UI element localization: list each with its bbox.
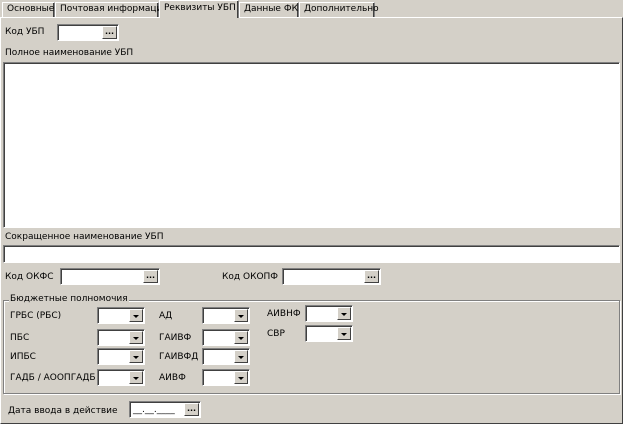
chevron-down-icon[interactable] <box>234 350 248 363</box>
chevron-down-icon[interactable] <box>337 327 351 340</box>
chevron-down-icon[interactable] <box>234 331 248 344</box>
okopf-ellipsis-button[interactable]: ... <box>364 270 379 283</box>
okfs-ellipsis-button[interactable]: ... <box>143 270 158 283</box>
chevron-down-icon[interactable] <box>129 371 143 384</box>
pbs-combo[interactable] <box>97 329 145 346</box>
tab-main[interactable]: Основные <box>2 2 55 17</box>
okopf-label: Код ОКОПФ <box>222 272 279 282</box>
tab-ubp-details[interactable]: Реквизиты УБП <box>159 0 239 18</box>
tab-additional[interactable]: Дополнительно <box>299 2 379 17</box>
aivnf-combo[interactable] <box>305 305 353 322</box>
ubp-code-label: Код УБП <box>5 27 45 37</box>
chevron-down-icon[interactable] <box>234 309 248 322</box>
chevron-down-icon[interactable] <box>337 307 351 320</box>
gaivfd-label: ГАИВФД <box>159 352 199 362</box>
svr-label: СВР <box>267 329 285 339</box>
short-name-field[interactable] <box>3 245 620 263</box>
okopf-field[interactable]: ... <box>282 268 381 285</box>
chevron-down-icon[interactable] <box>234 371 248 384</box>
okfs-field[interactable]: ... <box>60 268 160 285</box>
aivf-combo[interactable] <box>202 369 250 386</box>
pbs-label: ПБС <box>10 333 30 343</box>
chevron-down-icon[interactable] <box>129 309 143 322</box>
ad-combo[interactable] <box>202 307 250 324</box>
chevron-down-icon[interactable] <box>129 331 143 344</box>
gaivf-combo[interactable] <box>202 329 250 346</box>
ad-label: АД <box>159 311 173 321</box>
full-name-textarea[interactable] <box>3 62 620 228</box>
gaivfd-combo[interactable] <box>202 348 250 365</box>
effective-date-field[interactable]: __.__.____ ... <box>129 401 201 418</box>
okfs-label: Код ОКФС <box>5 272 54 282</box>
full-name-label: Полное наименование УБП <box>5 48 134 58</box>
short-name-label: Сокращенное наименование УБП <box>5 232 164 242</box>
ipbs-label: ИПБС <box>10 352 36 362</box>
ubp-code-field[interactable]: ... <box>57 24 119 41</box>
ubp-code-ellipsis-button[interactable]: ... <box>102 26 117 39</box>
aivnf-label: АИВНФ <box>267 309 301 319</box>
gaivf-label: ГАИВФ <box>159 333 192 343</box>
gadb-combo[interactable] <box>97 369 145 386</box>
tab-postal-info[interactable]: Почтовая информация <box>55 2 168 17</box>
effective-date-value: __.__.____ <box>133 405 175 415</box>
tab-fk-data[interactable]: Данные ФК <box>239 2 299 17</box>
effective-date-label: Дата ввода в действие <box>8 406 118 416</box>
effective-date-ellipsis-button[interactable]: ... <box>184 403 199 416</box>
svr-combo[interactable] <box>305 325 353 342</box>
chevron-down-icon[interactable] <box>129 350 143 363</box>
ipbs-combo[interactable] <box>97 348 145 365</box>
aivf-label: АИВФ <box>159 373 186 383</box>
grbs-combo[interactable] <box>97 307 145 324</box>
gadb-label: ГАДБ / АООПГАДБ <box>10 373 96 383</box>
budget-powers-title: Бюджетные полномочия <box>9 294 129 304</box>
grbs-label: ГРБС (РБС) <box>10 311 62 321</box>
